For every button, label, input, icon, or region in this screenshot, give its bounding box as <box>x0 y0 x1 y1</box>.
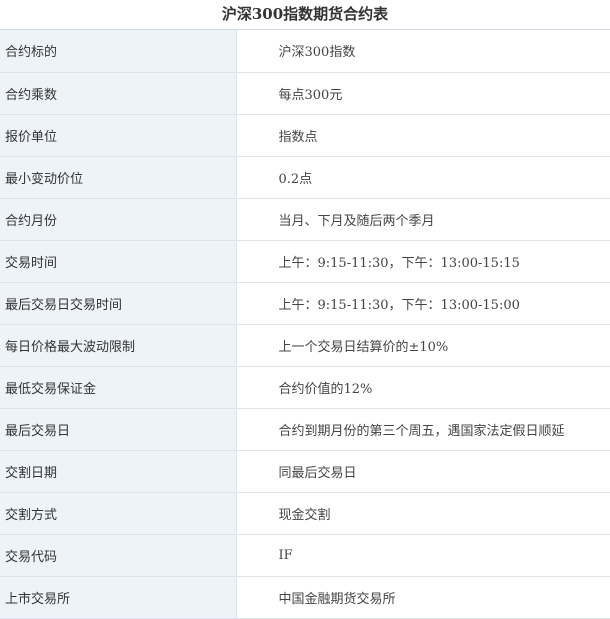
row-value: 合约价值的12% <box>236 366 610 409</box>
row-label: 最低交易保证金 <box>0 366 237 409</box>
table-title: 沪深300指数期货合约表 <box>0 0 610 30</box>
table-row: 交割方式 现金交割 <box>0 492 610 535</box>
row-value: 上午：9:15-11:30，下午：13:00-15:15 <box>236 240 610 283</box>
row-value: 同最后交易日 <box>236 450 610 493</box>
row-value: 每点300元 <box>236 72 610 115</box>
row-value: 上午：9:15-11:30，下午：13:00-15:00 <box>236 282 610 325</box>
row-label: 合约标的 <box>0 30 237 73</box>
row-value: 合约到期月份的第三个周五，遇国家法定假日顺延 <box>236 408 610 451</box>
row-value: 中国金融期货交易所 <box>236 576 610 619</box>
table-row: 最低交易保证金 合约价值的12% <box>0 366 610 409</box>
table-row: 交割日期 同最后交易日 <box>0 450 610 493</box>
row-label: 合约月份 <box>0 198 237 241</box>
row-label: 最后交易日 <box>0 408 237 451</box>
table-row: 上市交易所 中国金融期货交易所 <box>0 576 610 619</box>
row-value: 0.2点 <box>236 156 610 199</box>
contract-spec-page: 沪深300指数期货合约表 合约标的 沪深300指数 合约乘数 每点300元 报价… <box>0 0 610 619</box>
row-value: IF <box>236 534 610 577</box>
row-label: 交割方式 <box>0 492 237 535</box>
table-row: 报价单位 指数点 <box>0 114 610 157</box>
row-label: 合约乘数 <box>0 72 237 115</box>
row-label: 最小变动价位 <box>0 156 237 199</box>
row-label: 每日价格最大波动限制 <box>0 324 237 367</box>
table-row: 最后交易日 合约到期月份的第三个周五，遇国家法定假日顺延 <box>0 408 610 451</box>
row-label: 交割日期 <box>0 450 237 493</box>
row-value: 现金交割 <box>236 492 610 535</box>
row-label: 交易代码 <box>0 534 237 577</box>
row-value: 当月、下月及随后两个季月 <box>236 198 610 241</box>
table-row: 最小变动价位 0.2点 <box>0 156 610 199</box>
row-label: 交易时间 <box>0 240 237 283</box>
table-row: 每日价格最大波动限制 上一个交易日结算价的±10% <box>0 324 610 367</box>
row-label: 最后交易日交易时间 <box>0 282 237 325</box>
row-label: 报价单位 <box>0 114 237 157</box>
table-row: 交易时间 上午：9:15-11:30，下午：13:00-15:15 <box>0 240 610 283</box>
contract-spec-table: 合约标的 沪深300指数 合约乘数 每点300元 报价单位 指数点 最小变动价位… <box>0 30 610 619</box>
row-label: 上市交易所 <box>0 576 237 619</box>
row-value: 上一个交易日结算价的±10% <box>236 324 610 367</box>
row-value: 指数点 <box>236 114 610 157</box>
table-row: 最后交易日交易时间 上午：9:15-11:30，下午：13:00-15:00 <box>0 282 610 325</box>
table-row: 合约标的 沪深300指数 <box>0 30 610 73</box>
table-row: 合约月份 当月、下月及随后两个季月 <box>0 198 610 241</box>
row-value: 沪深300指数 <box>236 30 610 73</box>
table-row: 交易代码 IF <box>0 534 610 577</box>
table-row: 合约乘数 每点300元 <box>0 72 610 115</box>
